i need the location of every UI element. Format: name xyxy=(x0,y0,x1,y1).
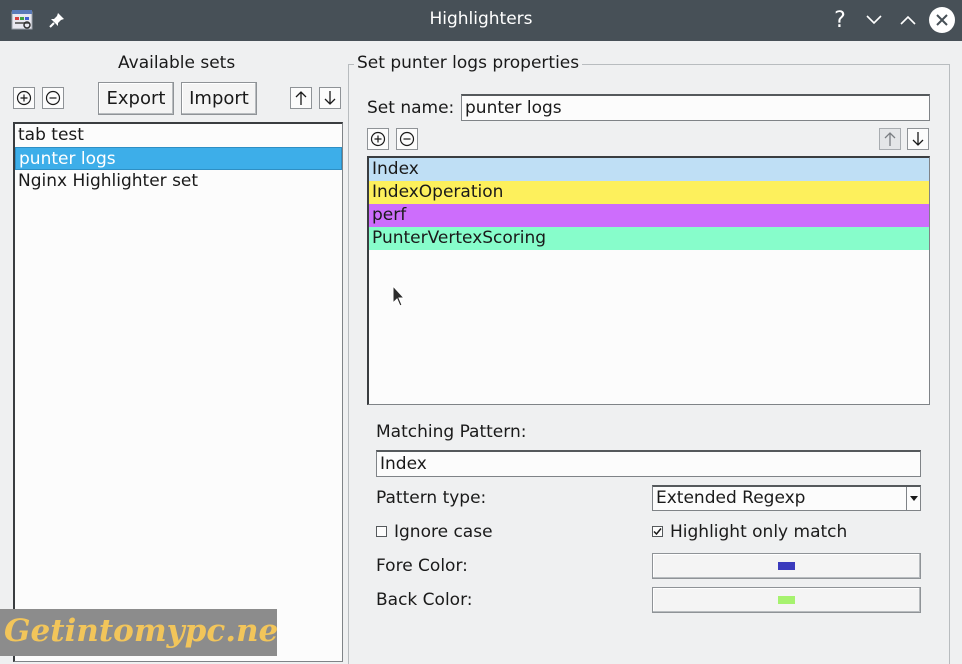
highlighter-item[interactable]: perf xyxy=(369,204,929,227)
close-icon[interactable] xyxy=(929,7,955,33)
add-set-button[interactable] xyxy=(13,87,35,109)
arrow-up-icon xyxy=(295,91,307,105)
ignore-case-checkbox[interactable] xyxy=(376,526,387,537)
minus-circle-icon xyxy=(45,90,61,106)
highlight-only-match-label[interactable]: Highlight only match xyxy=(670,522,847,542)
pattern-type-select[interactable]: Extended Regexp xyxy=(652,485,921,511)
highlighter-item[interactable]: Index xyxy=(369,158,929,181)
remove-highlighter-button[interactable] xyxy=(396,128,418,150)
minimize-icon[interactable] xyxy=(862,7,886,33)
group-title: Set punter logs properties xyxy=(354,53,583,73)
set-name-input[interactable]: punter logs xyxy=(461,94,930,121)
set-list-item[interactable]: Nginx Highlighter set xyxy=(15,170,342,193)
highlighters-list[interactable]: Index IndexOperation perf PunterVertexSc… xyxy=(367,156,930,405)
back-color-swatch xyxy=(778,596,795,604)
highlight-only-match-checkbox[interactable] xyxy=(652,526,663,537)
fore-color-label: Fore Color: xyxy=(376,556,468,576)
export-button[interactable]: Export xyxy=(98,82,174,115)
window-title: Highlighters xyxy=(429,9,533,29)
minus-circle-icon xyxy=(399,131,415,147)
arrow-down-icon xyxy=(324,91,336,105)
watermark: Getintomypc.net xyxy=(0,609,277,656)
available-sets-heading: Available sets xyxy=(118,53,236,73)
back-color-button[interactable] xyxy=(652,587,921,613)
fore-color-button[interactable] xyxy=(652,553,921,579)
arrow-up-icon xyxy=(884,132,896,146)
fore-color-swatch xyxy=(778,562,795,570)
pattern-type-label: Pattern type: xyxy=(376,488,487,508)
set-list-item[interactable]: tab test xyxy=(15,124,342,147)
plus-circle-icon xyxy=(16,90,32,106)
move-highlighter-down-button[interactable] xyxy=(907,128,929,150)
back-color-label: Back Color: xyxy=(376,590,473,610)
title-bar: Highlighters ? xyxy=(0,0,962,41)
ignore-case-label[interactable]: Ignore case xyxy=(394,522,493,542)
dropdown-arrow-icon[interactable] xyxy=(906,487,920,510)
add-highlighter-button[interactable] xyxy=(367,128,389,150)
set-list-item-selected[interactable]: punter logs xyxy=(15,147,342,170)
mouse-cursor-icon xyxy=(392,285,406,307)
highlighter-item[interactable]: PunterVertexScoring xyxy=(369,227,929,250)
import-button[interactable]: Import xyxy=(181,82,257,115)
matching-pattern-input[interactable]: Index xyxy=(376,450,921,477)
plus-circle-icon xyxy=(370,131,386,147)
highlighter-item[interactable]: IndexOperation xyxy=(369,181,929,204)
pattern-type-value: Extended Regexp xyxy=(656,488,806,508)
move-highlighter-up-button[interactable] xyxy=(879,128,901,150)
remove-set-button[interactable] xyxy=(42,87,64,109)
arrow-down-icon xyxy=(912,132,924,146)
move-set-down-button[interactable] xyxy=(319,87,341,109)
move-set-up-button[interactable] xyxy=(290,87,312,109)
checkmark-icon xyxy=(653,528,662,536)
sets-list[interactable]: tab test punter logs Nginx Highlighter s… xyxy=(13,122,343,662)
set-name-label: Set name: xyxy=(367,98,455,118)
help-icon[interactable]: ? xyxy=(828,7,852,33)
maximize-icon[interactable] xyxy=(896,7,920,33)
matching-pattern-label: Matching Pattern: xyxy=(376,422,527,442)
